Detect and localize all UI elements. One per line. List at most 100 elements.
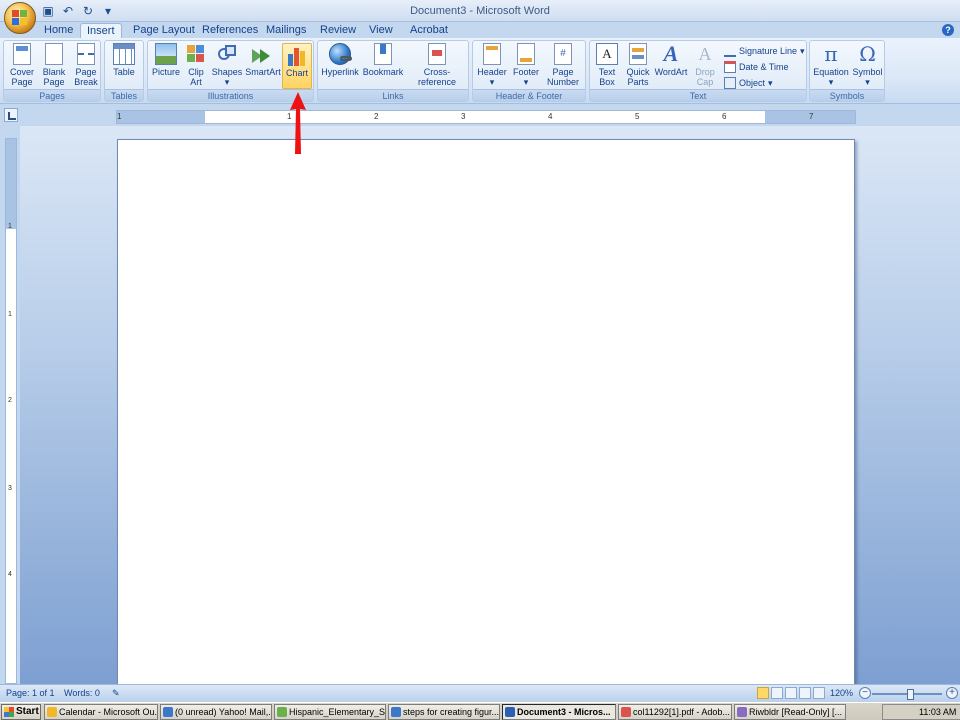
tab-view[interactable]: View xyxy=(363,23,399,39)
quick-parts-icon xyxy=(629,43,647,65)
group-links: Hyperlink Bookmark Cross-reference Links xyxy=(317,40,469,102)
cover-page-button[interactable]: Cover Page xyxy=(7,43,37,87)
tab-references[interactable]: References xyxy=(196,23,264,39)
ribbon-tabs: Home Insert Page Layout References Maili… xyxy=(0,22,960,40)
taskbar: Start Calendar - Microsoft Ou... (0 unre… xyxy=(0,702,960,720)
calendar-icon xyxy=(724,61,736,73)
print-layout-view-button[interactable] xyxy=(757,687,769,699)
blank-page-icon xyxy=(45,43,63,65)
word-count[interactable]: Words: 0 xyxy=(64,688,100,698)
group-label-symbols: Symbols xyxy=(810,89,884,101)
clock[interactable]: 11:03 AM xyxy=(919,705,956,719)
group-symbols: π Equation ▾ Ω Symbol ▾ Symbols xyxy=(809,40,885,102)
draft-view-button[interactable] xyxy=(813,687,825,699)
chart-button[interactable]: Chart xyxy=(282,43,312,89)
picture-icon xyxy=(155,43,177,65)
horizontal-ruler[interactable]: 1 1 2 3 4 5 6 7 xyxy=(116,110,856,124)
taskbar-item-calendar[interactable]: Calendar - Microsoft Ou... xyxy=(44,704,158,720)
document-page[interactable] xyxy=(117,139,855,699)
zoom-in-button[interactable]: + xyxy=(946,687,958,699)
picture-button[interactable]: Picture xyxy=(150,43,182,77)
page-break-button[interactable]: Page Break xyxy=(71,43,101,87)
full-screen-view-button[interactable] xyxy=(771,687,783,699)
vertical-ruler[interactable]: 1 1 2 3 4 xyxy=(5,138,17,684)
page-count[interactable]: Page: 1 of 1 xyxy=(6,688,55,698)
taskbar-item-riwbldr[interactable]: Riwbldr [Read-Only] [... xyxy=(734,704,846,720)
office-logo-icon xyxy=(12,10,28,26)
drop-cap-button[interactable]: A Drop Cap xyxy=(690,43,720,87)
title-bar: ▣ ↶ ↻ ▾ Document3 - Microsoft Word xyxy=(0,0,960,22)
page-number-button[interactable]: # Page Number xyxy=(543,43,583,87)
ruler-bar: 1 1 2 3 4 5 6 7 xyxy=(0,104,960,126)
quick-parts-button[interactable]: Quick Parts xyxy=(623,43,653,87)
group-pages: Cover Page Blank Page Page Break Pages xyxy=(3,40,101,102)
taskbar-item-pdf[interactable]: col11292[1].pdf - Adob... xyxy=(618,704,732,720)
smartart-icon xyxy=(252,43,274,65)
object-button[interactable]: Object ▾ xyxy=(724,76,773,90)
zoom-level[interactable]: 120% xyxy=(830,688,853,698)
signature-line-button[interactable]: Signature Line ▾ xyxy=(724,44,805,58)
ribbon: Cover Page Blank Page Page Break Pages Tabl… xyxy=(0,38,960,104)
taskbar-item-hispanic[interactable]: Hispanic_Elementary_S... xyxy=(274,704,386,720)
tab-home[interactable]: Home xyxy=(38,23,79,39)
start-button[interactable]: Start xyxy=(1,704,41,720)
group-label-text: Text xyxy=(590,89,806,101)
taskbar-item-yahoo-mail[interactable]: (0 unread) Yahoo! Mail,... xyxy=(160,704,272,720)
tab-page-layout[interactable]: Page Layout xyxy=(127,23,201,39)
tab-acrobat[interactable]: Acrobat xyxy=(404,23,454,39)
group-header-footer: Header ▾ Footer ▾ # Page Number Header & … xyxy=(472,40,586,102)
footer-button[interactable]: Footer ▾ xyxy=(510,43,542,87)
taskbar-item-document3[interactable]: Document3 - Micros... xyxy=(502,704,616,720)
chart-icon xyxy=(286,44,308,66)
shapes-button[interactable]: Shapes ▾ xyxy=(210,43,244,87)
zoom-out-button[interactable]: − xyxy=(859,687,871,699)
window-title: Document3 - Microsoft Word xyxy=(410,5,550,17)
globe-icon xyxy=(329,43,352,65)
symbol-button[interactable]: Ω Symbol ▾ xyxy=(851,43,884,87)
help-icon[interactable]: ? xyxy=(942,24,954,36)
tab-review[interactable]: Review xyxy=(314,23,362,39)
blank-page-button[interactable]: Blank Page xyxy=(39,43,69,87)
table-icon xyxy=(113,43,135,65)
header-icon xyxy=(483,43,501,65)
red-arrow-annotation xyxy=(290,92,306,154)
page-number-icon: # xyxy=(554,43,572,65)
bookmark-icon xyxy=(374,43,392,65)
cross-reference-icon xyxy=(428,43,446,65)
outline-view-button[interactable] xyxy=(799,687,811,699)
tab-selector-icon[interactable] xyxy=(4,108,18,122)
date-time-button[interactable]: Date & Time xyxy=(724,60,789,74)
group-label-pages: Pages xyxy=(4,89,100,101)
office-button[interactable] xyxy=(4,2,36,34)
object-icon xyxy=(724,77,736,89)
group-text: A Text Box Quick Parts A WordArt A Drop Cap… xyxy=(589,40,807,102)
taskbar-item-steps[interactable]: steps for creating figur... xyxy=(388,704,500,720)
tab-mailings[interactable]: Mailings xyxy=(260,23,312,39)
group-label-tables: Tables xyxy=(105,89,143,101)
status-bar: Page: 1 of 1 Words: 0 ✎ 120% − + xyxy=(0,684,960,702)
footer-icon xyxy=(517,43,535,65)
proofing-icon[interactable]: ✎ xyxy=(112,688,120,699)
equation-button[interactable]: π Equation ▾ xyxy=(812,43,850,87)
zoom-slider[interactable] xyxy=(872,689,942,700)
text-box-button[interactable]: A Text Box xyxy=(592,43,622,87)
wordart-icon: A xyxy=(663,41,679,66)
smartart-button[interactable]: SmartArt xyxy=(245,43,281,77)
bookmark-button[interactable]: Bookmark xyxy=(362,43,404,77)
group-label-header-footer: Header & Footer xyxy=(473,89,585,101)
view-buttons xyxy=(757,687,825,699)
header-button[interactable]: Header ▾ xyxy=(475,43,509,87)
web-layout-view-button[interactable] xyxy=(785,687,797,699)
table-button[interactable]: Table xyxy=(108,43,140,77)
group-tables: Table Tables xyxy=(104,40,144,102)
hyperlink-button[interactable]: Hyperlink xyxy=(320,43,360,77)
wordart-button[interactable]: A WordArt xyxy=(653,41,689,78)
shapes-icon xyxy=(216,43,238,65)
drop-cap-icon: A xyxy=(698,44,712,64)
page-break-icon xyxy=(77,43,95,65)
clip-art-button[interactable]: Clip Art xyxy=(184,43,208,87)
cross-reference-button[interactable]: Cross-reference xyxy=(406,43,468,87)
signature-icon xyxy=(724,45,736,57)
system-tray: 11:03 AM xyxy=(882,704,960,720)
cover-page-icon xyxy=(13,43,31,65)
